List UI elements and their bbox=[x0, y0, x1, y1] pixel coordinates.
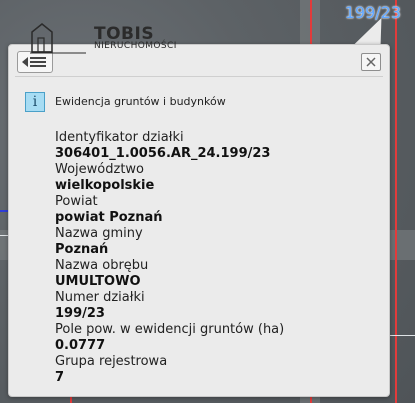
field-value: 199/23 bbox=[55, 306, 105, 321]
field-value: 7 bbox=[55, 370, 65, 385]
parcel-attributes: Identyfikator działki 306401_1.0056.AR_2… bbox=[55, 130, 375, 386]
field-parcel-number: Numer działki 199/23 bbox=[55, 290, 375, 322]
field-commune: Nazwa gminy Poznań bbox=[55, 226, 375, 258]
info-popup: i Ewidencja gruntów i budynków Identyfik… bbox=[8, 44, 390, 397]
list-back-icon bbox=[22, 57, 46, 67]
field-identifier: Identyfikator działki 306401_1.0056.AR_2… bbox=[55, 130, 375, 162]
field-register-group: Grupa rejestrowa 7 bbox=[55, 354, 375, 386]
field-label: Nazwa obrębu bbox=[55, 258, 149, 273]
back-button[interactable] bbox=[17, 51, 53, 73]
parcel-boundary bbox=[395, 0, 397, 403]
field-value: Poznań bbox=[55, 242, 109, 257]
info-icon: i bbox=[25, 92, 45, 112]
field-label: Województwo bbox=[55, 162, 145, 177]
map-line bbox=[390, 335, 415, 336]
field-value: 306401_1.0056.AR_24.199/23 bbox=[55, 146, 271, 161]
popup-divider bbox=[15, 76, 383, 77]
section-title: Ewidencja gruntów i budynków bbox=[55, 95, 226, 108]
field-precinct: Nazwa obrębu UMULTOWO bbox=[55, 258, 375, 290]
logo-subtitle: NIERUCHOMOŚCI bbox=[94, 41, 177, 51]
field-label: Pole pow. w ewidencji gruntów (ha) bbox=[55, 322, 285, 337]
house-icon bbox=[30, 23, 86, 54]
field-area: Pole pow. w ewidencji gruntów (ha) 0.077… bbox=[55, 322, 375, 354]
field-label: Grupa rejestrowa bbox=[55, 354, 168, 369]
field-county: Powiat powiat Poznań bbox=[55, 194, 375, 226]
close-icon bbox=[366, 57, 376, 67]
field-voivodeship: Województwo wielkopolskie bbox=[55, 162, 375, 194]
field-label: Powiat bbox=[55, 194, 98, 209]
field-value: UMULTOWO bbox=[55, 274, 141, 289]
field-value: wielkopolskie bbox=[55, 178, 155, 193]
field-value: 0.0777 bbox=[55, 338, 106, 353]
map-line bbox=[0, 235, 8, 236]
field-label: Identyfikator działki bbox=[55, 130, 184, 145]
field-label: Numer działki bbox=[55, 290, 145, 305]
close-button[interactable] bbox=[361, 53, 381, 71]
field-value: powiat Poznań bbox=[55, 210, 163, 225]
map-line bbox=[0, 210, 8, 212]
field-label: Nazwa gminy bbox=[55, 226, 143, 241]
